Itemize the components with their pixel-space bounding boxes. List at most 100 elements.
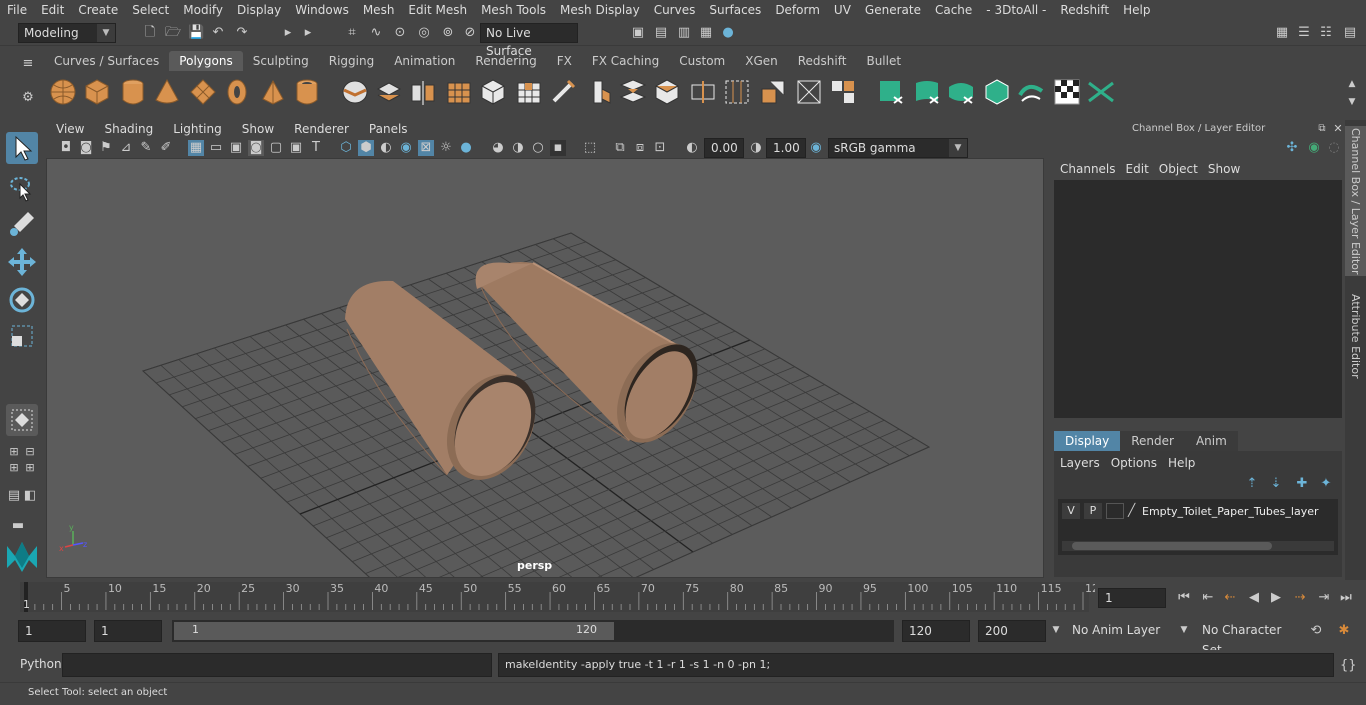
layer-visibility-toggle[interactable]: V xyxy=(1062,503,1080,519)
hypershade-icon[interactable]: ● xyxy=(720,25,736,41)
step-forward-icon[interactable]: ⇥ xyxy=(1316,590,1332,606)
menu-windows[interactable]: Windows xyxy=(288,0,356,20)
layer-tab-display[interactable]: Display xyxy=(1054,431,1121,451)
shelf-tab-xgen[interactable]: XGen xyxy=(735,51,788,71)
shelf-tab-fx[interactable]: FX xyxy=(547,51,582,71)
menu-edit[interactable]: Edit xyxy=(34,0,71,20)
select-by-object-icon[interactable]: ▸ xyxy=(300,25,316,41)
time-slider-ruler[interactable]: 5 10 15 20 25 30 35 40 45 50 55 60 65 70 75 80 85 90 95 100… xyxy=(0,580,1095,616)
move-layer-down-icon[interactable]: ⇣ xyxy=(1268,476,1284,492)
move-tool-icon[interactable] xyxy=(6,246,38,278)
bevel-icon[interactable] xyxy=(652,77,682,107)
resolution-gate-icon[interactable]: ▣ xyxy=(228,140,244,156)
four-pane-layout-icon[interactable]: ⊟ xyxy=(22,444,38,460)
step-forward-key-icon[interactable]: ⇢ xyxy=(1292,590,1308,606)
fill-hole-icon[interactable] xyxy=(828,77,858,107)
single-pane-layout-icon[interactable]: ⊞ xyxy=(6,444,22,460)
ipr-render-icon[interactable]: ▥ xyxy=(676,25,692,41)
snap-grid-icon[interactable]: ⌗ xyxy=(344,25,360,41)
select-camera-icon[interactable]: ◘ xyxy=(58,140,74,156)
motion-blur-icon[interactable]: ◕ xyxy=(490,140,506,156)
snap-together-tool-icon[interactable] xyxy=(6,404,38,436)
uv-shell-icon[interactable] xyxy=(1086,77,1116,107)
new-scene-icon[interactable]: 🗋 xyxy=(142,25,158,41)
graph-editor-layout-icon[interactable]: ◧ xyxy=(22,488,38,504)
command-language-label[interactable]: Python xyxy=(20,657,62,671)
two-pane-layout-icon[interactable]: ⊞ xyxy=(6,460,22,476)
step-back-key-icon[interactable]: ⇠ xyxy=(1222,590,1238,606)
isolate-select-icon[interactable]: ▪ xyxy=(550,140,566,156)
poly-pipe-icon[interactable] xyxy=(292,77,322,107)
automatic-uv-icon[interactable] xyxy=(982,77,1012,107)
go-to-start-icon[interactable]: ⏮ xyxy=(1176,590,1192,606)
shelf-tab-rigging[interactable]: Rigging xyxy=(319,51,384,71)
shelf-tab-polygons[interactable]: Polygons xyxy=(169,51,243,71)
move-layer-up-icon[interactable]: ⇡ xyxy=(1244,476,1260,492)
viewport-menu-renderer[interactable]: Renderer xyxy=(284,120,359,138)
go-to-end-icon[interactable]: ⏭ xyxy=(1338,590,1354,606)
snap-point-icon[interactable]: ⊙ xyxy=(392,25,408,41)
film-gate-icon[interactable]: ▭ xyxy=(208,140,224,156)
menu-file[interactable]: File xyxy=(0,0,34,20)
layer-menu-help[interactable]: Help xyxy=(1164,454,1202,472)
open-scene-icon[interactable]: 🗁 xyxy=(165,25,181,41)
reduce-icon[interactable] xyxy=(478,77,508,107)
layer-name[interactable]: Empty_Toilet_Paper_Tubes_layer xyxy=(1142,505,1319,518)
chevron-down-icon[interactable]: ▼ xyxy=(1176,622,1192,638)
panel-layout-icon[interactable]: ▬ xyxy=(10,518,26,534)
animation-start-field[interactable]: 1 xyxy=(18,620,86,642)
grid-toggle-icon[interactable]: ▦ xyxy=(188,140,204,156)
camera-attributes-icon[interactable]: ◙ xyxy=(78,140,94,156)
mode-dropdown[interactable]: Modeling ▼ xyxy=(18,23,116,43)
exposure-field[interactable]: 0.00 xyxy=(704,138,744,158)
menu-surfaces[interactable]: Surfaces xyxy=(702,0,768,20)
smooth-icon[interactable] xyxy=(444,77,474,107)
step-back-icon[interactable]: ⇤ xyxy=(1200,590,1216,606)
menu-cache[interactable]: Cache xyxy=(928,0,979,20)
menu-mesh-tools[interactable]: Mesh Tools xyxy=(474,0,553,20)
select-tool-icon[interactable] xyxy=(6,132,38,164)
render-frame-icon[interactable]: ▤ xyxy=(653,25,669,41)
layer-menu-options[interactable]: Options xyxy=(1107,454,1164,472)
menu-modify[interactable]: Modify xyxy=(176,0,230,20)
safe-action-icon[interactable]: ▣ xyxy=(288,140,304,156)
target-weld-icon[interactable] xyxy=(794,77,824,107)
paint-select-tool-icon[interactable] xyxy=(6,208,38,240)
shelf-tab-bullet[interactable]: Bullet xyxy=(856,51,911,71)
menu-help[interactable]: Help xyxy=(1116,0,1157,20)
multisample-aa-icon[interactable]: ◑ xyxy=(510,140,526,156)
viewport-menu-panels[interactable]: Panels xyxy=(359,120,418,138)
snap-surface-icon[interactable]: ⊚ xyxy=(440,25,456,41)
menu-display[interactable]: Display xyxy=(230,0,288,20)
offset-edge-loop-icon[interactable] xyxy=(722,77,752,107)
gamma-icon[interactable]: ◑ xyxy=(748,140,764,156)
mirror-icon[interactable] xyxy=(408,77,438,107)
insert-edge-loop-icon[interactable] xyxy=(688,77,718,107)
anim-layer-dropdown[interactable]: No Anim Layer xyxy=(1066,620,1168,642)
layer-scrollbar[interactable] xyxy=(1062,541,1334,551)
planar-uv-icon[interactable] xyxy=(876,77,906,107)
gamma-field[interactable]: 1.00 xyxy=(766,138,806,158)
cylindrical-uv-icon[interactable] xyxy=(912,77,942,107)
extract-icon[interactable] xyxy=(514,77,544,107)
shadows-icon[interactable]: ☼ xyxy=(438,140,454,156)
channel-box-menu-edit[interactable]: Edit xyxy=(1122,160,1155,178)
make-live-icon[interactable]: ⊘ xyxy=(462,25,478,41)
snap-curve-icon[interactable]: ∿ xyxy=(368,25,384,41)
channel-box-menu-object[interactable]: Object xyxy=(1155,160,1204,178)
script-editor-icon[interactable]: {} xyxy=(1340,658,1357,674)
menu-redshift[interactable]: Redshift xyxy=(1053,0,1116,20)
channel-box-menu-show[interactable]: Show xyxy=(1204,160,1246,178)
bridge-icon[interactable] xyxy=(618,77,648,107)
time-slider[interactable]: 5 10 15 20 25 30 35 40 45 50 55 60 65 70 75 80 85 90 95 100… xyxy=(0,580,1366,616)
exposure-icon[interactable]: ◐ xyxy=(684,140,700,156)
depth-of-field-icon[interactable]: ○ xyxy=(530,140,546,156)
color-space-dropdown[interactable]: sRGB gamma ▼ xyxy=(828,138,968,158)
viewport-persp[interactable]: x y z persp xyxy=(46,158,1044,578)
shelf-tab-animation[interactable]: Animation xyxy=(384,51,465,71)
image-plane-icon[interactable]: ⊿ xyxy=(118,140,134,156)
viewport-menu-lighting[interactable]: Lighting xyxy=(163,120,232,138)
safe-title-icon[interactable]: T xyxy=(308,140,324,156)
menu-curves[interactable]: Curves xyxy=(647,0,703,20)
menu-edit-mesh[interactable]: Edit Mesh xyxy=(401,0,474,20)
